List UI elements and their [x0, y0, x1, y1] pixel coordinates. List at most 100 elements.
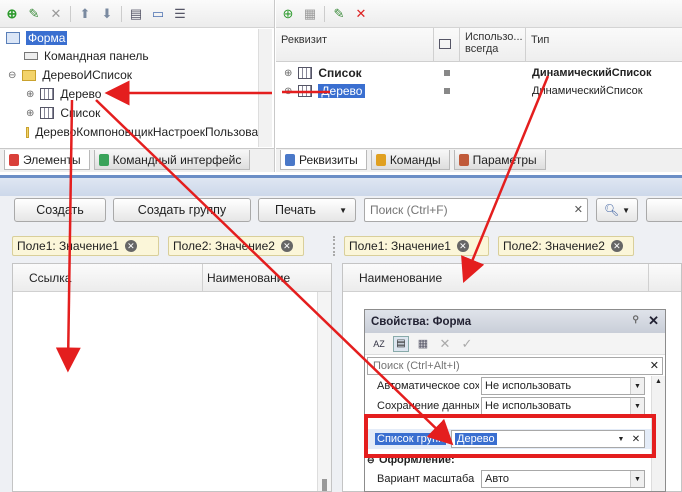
- expand-icon[interactable]: ⊕: [284, 86, 292, 97]
- column-header-name[interactable]: Наименование: [343, 264, 649, 292]
- tree-item-command-panel[interactable]: Командная панель: [24, 47, 149, 65]
- expand-icon[interactable]: ⊕: [26, 108, 34, 119]
- filter-label: Поле1: Значение1: [349, 239, 451, 253]
- print-button[interactable]: Печать ▼: [258, 198, 356, 222]
- column-header-icon: [434, 28, 460, 62]
- filter-chip[interactable]: Поле2: Значение2 ✕: [168, 236, 304, 256]
- tab-attributes[interactable]: Реквизиты: [280, 150, 367, 170]
- attribute-type: ДинамическийСписок: [532, 67, 652, 79]
- categories-icon[interactable]: ▤: [393, 335, 409, 352]
- checkbox-indicator: [444, 70, 450, 76]
- property-row[interactable]: Вариант масштаба Авто ▼: [365, 469, 665, 489]
- column-header-always-use[interactable]: Использо... всегда: [460, 28, 526, 62]
- attribute-name: Список: [318, 66, 362, 80]
- clear-icon[interactable]: ✕: [650, 359, 659, 372]
- parameters-icon: [458, 153, 469, 166]
- remove-filter-icon[interactable]: ✕: [456, 240, 469, 252]
- expand-icon[interactable]: ⊕: [284, 68, 292, 79]
- check-icon[interactable]: ✓: [459, 336, 475, 352]
- search-input[interactable]: [368, 200, 564, 220]
- attribute-row-tree[interactable]: ⊕ Дерево ДинамическийСписок: [284, 82, 682, 100]
- tab-parameters[interactable]: Параметры: [453, 150, 546, 170]
- header-label: Тип: [531, 34, 550, 46]
- property-value[interactable]: Не использовать ▼: [481, 397, 645, 415]
- column-header-type[interactable]: Тип: [526, 28, 682, 62]
- properties-search[interactable]: ✕: [367, 357, 663, 375]
- expand-icon[interactable]: ⊕: [26, 89, 34, 100]
- remove-filter-icon[interactable]: ✕: [124, 240, 137, 252]
- edit-icon[interactable]: ✎: [331, 6, 347, 22]
- tree-item-form[interactable]: Форма: [6, 29, 68, 47]
- folder-icon: [22, 69, 37, 81]
- filter-chip[interactable]: Поле1: Значение1 ✕: [12, 236, 159, 256]
- tab-elements[interactable]: Элементы: [4, 150, 90, 170]
- table-icon: [298, 85, 313, 97]
- tree-item-tree-and-list[interactable]: ⊖ ДеревоИСписок: [8, 66, 132, 84]
- vertical-scrollbar[interactable]: [258, 29, 272, 147]
- sort-az-icon[interactable]: AZ: [371, 336, 387, 352]
- search-icon: 🔍︎: [603, 203, 620, 217]
- property-value[interactable]: Авто ▼: [481, 470, 645, 488]
- column-header-name[interactable]: Наименование: [203, 264, 319, 292]
- property-row[interactable]: Автоматическое сох Не использовать ▼: [365, 376, 665, 396]
- properties-title-bar[interactable]: Свойства: Форма ⚲ ✕: [365, 310, 665, 333]
- tree-item-settings-composer[interactable]: ДеревоКомпоновщикНастроекПользовате: [26, 123, 270, 141]
- filter-chip[interactable]: Поле1: Значение1 ✕: [344, 236, 489, 256]
- properties-search-input[interactable]: [371, 359, 641, 373]
- commands-icon: [375, 153, 386, 166]
- attribute-row-list[interactable]: ⊕ Список ДинамическийСписок: [284, 64, 682, 82]
- collapse-icon[interactable]: ⊖: [8, 70, 16, 81]
- vertical-scrollbar[interactable]: [317, 292, 331, 491]
- tab-label: Командный интерфейс: [112, 152, 242, 167]
- move-up-icon[interactable]: ⬆: [77, 6, 93, 22]
- clear-icon[interactable]: ✕: [574, 203, 583, 216]
- move-down-icon[interactable]: ⬇: [99, 6, 115, 22]
- tree-item-tree[interactable]: ⊕ Дерево: [26, 85, 101, 103]
- dropdown-arrow-icon[interactable]: ▼: [630, 378, 644, 394]
- tree-item-list[interactable]: ⊕ Список: [26, 104, 100, 122]
- property-row[interactable]: Сохранение данных Не использовать ▼: [365, 396, 665, 416]
- create-group-button[interactable]: Создать группу: [113, 198, 251, 222]
- close-icon[interactable]: ✕: [648, 313, 659, 329]
- search-field[interactable]: ✕: [364, 198, 588, 222]
- tab-commands[interactable]: Команды: [370, 150, 450, 170]
- attribute-name: Дерево: [318, 84, 366, 98]
- form-preview-icon[interactable]: ▤: [128, 6, 144, 22]
- form-header-strip: [0, 178, 682, 196]
- tree-item-label: ДеревоКомпоновщикНастроекПользовате: [35, 125, 270, 139]
- layout-icon[interactable]: ☰: [172, 6, 188, 22]
- header-label: Реквизит: [281, 34, 327, 46]
- table-icon: [439, 39, 451, 49]
- add-attribute-icon[interactable]: ⊕: [280, 6, 296, 22]
- add-column-icon[interactable]: ▦: [302, 6, 318, 22]
- dropdown-arrow-icon[interactable]: ▼: [630, 398, 644, 414]
- delete-icon[interactable]: ✕: [353, 6, 369, 22]
- search-options-button[interactable]: 🔍︎ ▼: [596, 198, 638, 222]
- command-panel-icon: [24, 52, 38, 60]
- tree-list[interactable]: Ссылка Наименование: [12, 263, 332, 492]
- create-button[interactable]: Создать: [14, 198, 106, 222]
- dropdown-arrow-icon[interactable]: ▼: [630, 471, 644, 487]
- clear-icon[interactable]: ✕: [437, 336, 453, 352]
- delete-icon[interactable]: ✕: [48, 6, 64, 22]
- column-header-ref[interactable]: Ссылка: [13, 264, 203, 292]
- elements-panel: ⊕ ✎ ✕ ⬆ ⬇ ▤ ▭ ☰ Форма Командная панель ⊖…: [0, 0, 275, 172]
- pin-icon[interactable]: ⚲: [632, 314, 639, 325]
- scroll-thumb[interactable]: [322, 479, 327, 491]
- button-label: Создать: [36, 203, 84, 217]
- extra-button[interactable]: [646, 198, 682, 222]
- scroll-up-icon[interactable]: ▲: [655, 378, 662, 385]
- add-icon[interactable]: ⊕: [4, 6, 20, 22]
- column-header-attribute[interactable]: Реквизит: [276, 28, 434, 62]
- filter-chip[interactable]: Поле2: Значение2 ✕: [498, 236, 634, 256]
- tab-command-interface[interactable]: Командный интерфейс: [93, 150, 251, 170]
- tab-label: Реквизиты: [299, 152, 358, 167]
- window-icon[interactable]: ▭: [150, 6, 166, 22]
- remove-filter-icon[interactable]: ✕: [280, 240, 293, 252]
- remove-filter-icon[interactable]: ✕: [610, 240, 623, 252]
- filter-icon[interactable]: ▦: [415, 336, 431, 352]
- property-value[interactable]: Не использовать ▼: [481, 377, 645, 395]
- splitter-dots[interactable]: [333, 236, 335, 256]
- button-label: Печать: [275, 203, 316, 217]
- edit-icon[interactable]: ✎: [26, 6, 42, 22]
